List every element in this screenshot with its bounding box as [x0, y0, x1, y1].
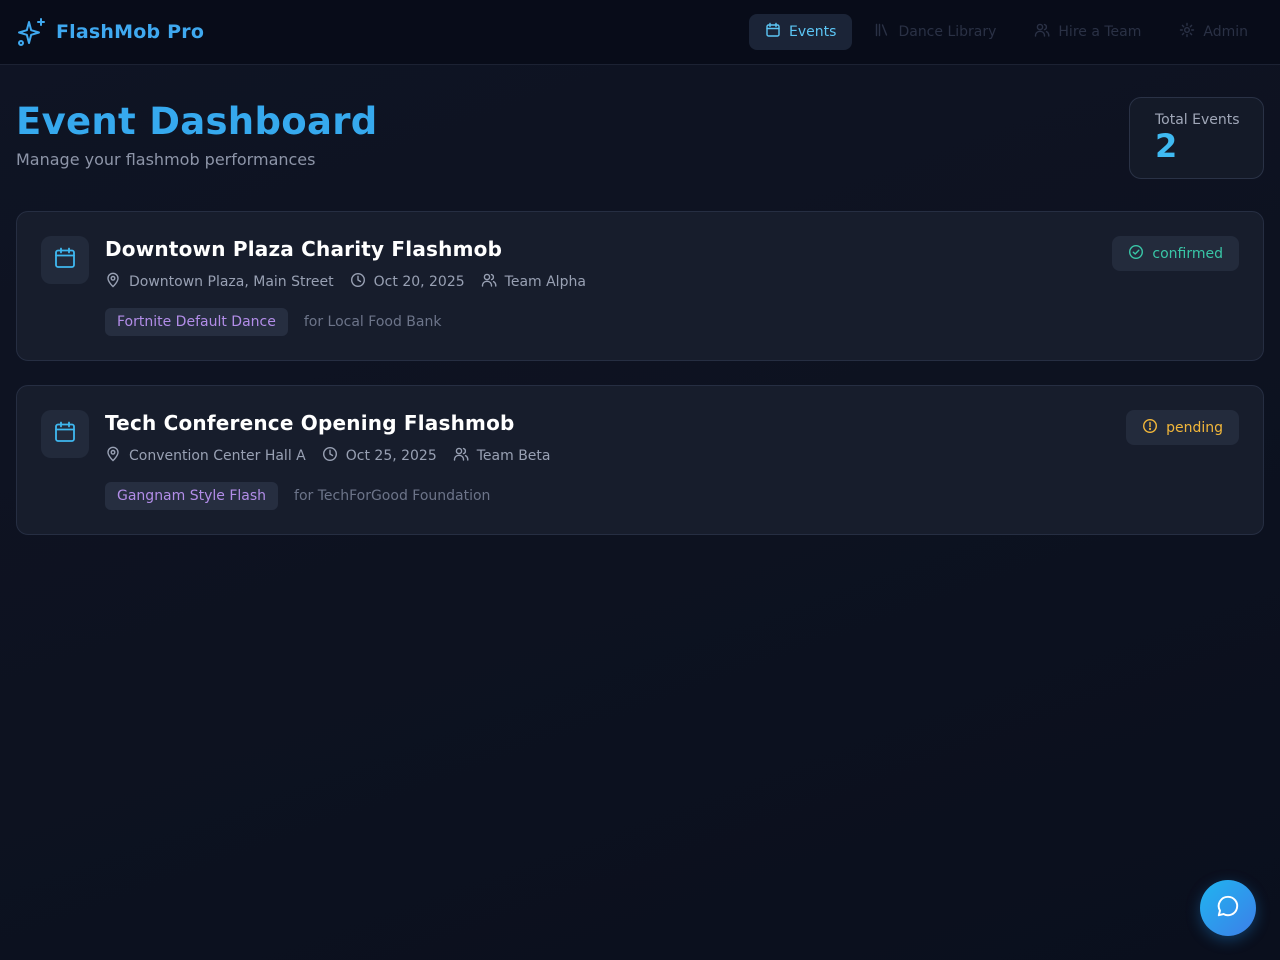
main-nav: Events Dance Library Hire a Team Admin [749, 14, 1264, 50]
chat-bubble-icon [1215, 893, 1241, 923]
page-subtitle: Manage your flashmob performances [16, 150, 316, 169]
users-icon [453, 446, 469, 466]
date-text: Oct 25, 2025 [345, 448, 437, 464]
map-pin-icon [105, 446, 121, 466]
event-date: Oct 20, 2025 [350, 272, 465, 292]
event-card[interactable]: Downtown Plaza Charity Flashmob Downtown… [16, 211, 1264, 361]
users-icon [1034, 22, 1050, 42]
event-icon-box [41, 410, 89, 458]
status-text: confirmed [1152, 245, 1223, 262]
event-tags: Gangnam Style Flash for TechForGood Foun… [105, 482, 490, 510]
date-text: Oct 20, 2025 [373, 274, 465, 290]
brand-logo[interactable]: FlashMob Pro [16, 14, 204, 50]
nav-item-admin[interactable]: Admin [1163, 14, 1264, 50]
nav-item-dance-library[interactable]: Dance Library [858, 14, 1012, 50]
calendar-icon [53, 246, 77, 274]
users-icon [481, 272, 497, 292]
location-text: Convention Center Hall A [129, 448, 306, 464]
nav-item-label: Admin [1203, 24, 1248, 40]
chat-button[interactable] [1200, 880, 1256, 936]
nav-item-events[interactable]: Events [749, 14, 853, 50]
clock-icon [322, 446, 338, 466]
event-icon-box [41, 236, 89, 284]
event-card[interactable]: Tech Conference Opening Flashmob Convent… [16, 385, 1264, 535]
stat-value: 2 [1155, 127, 1178, 165]
sparkles-icon [16, 16, 48, 48]
location-text: Downtown Plaza, Main Street [129, 274, 334, 290]
nav-item-label: Hire a Team [1058, 24, 1142, 40]
status-badge: confirmed [1112, 236, 1239, 271]
top-navigation-bar: FlashMob Pro Events Dance Library Hire a… [0, 0, 1280, 65]
library-icon [874, 22, 890, 42]
event-meta: Downtown Plaza, Main Street Oct 20, 2025… [105, 272, 586, 292]
page-title: Event Dashboard [16, 100, 378, 143]
charity-text: for TechForGood Foundation [294, 488, 491, 504]
event-team: Team Beta [453, 446, 551, 466]
calendar-icon [53, 420, 77, 448]
event-team: Team Alpha [481, 272, 586, 292]
status-badge: pending [1126, 410, 1239, 445]
dance-tag[interactable]: Gangnam Style Flash [105, 482, 279, 510]
dance-tag[interactable]: Fortnite Default Dance [105, 308, 288, 336]
nav-item-hire-a-team[interactable]: Hire a Team [1018, 14, 1157, 50]
total-events-card: Total Events 2 [1129, 97, 1264, 179]
team-text: Team Alpha [504, 274, 586, 290]
event-date: Oct 25, 2025 [322, 446, 437, 466]
event-title: Tech Conference Opening Flashmob [105, 411, 515, 435]
event-title: Downtown Plaza Charity Flashmob [105, 237, 503, 261]
clock-icon [350, 272, 366, 292]
nav-item-label: Events [789, 24, 837, 40]
event-location: Convention Center Hall A [105, 446, 306, 466]
status-text: pending [1166, 419, 1223, 436]
map-pin-icon [105, 272, 121, 292]
team-text: Team Beta [476, 448, 551, 464]
check-circle-icon [1128, 244, 1144, 264]
nav-item-label: Dance Library [898, 24, 997, 40]
stat-label: Total Events [1155, 112, 1240, 128]
app-name: FlashMob Pro [56, 21, 205, 43]
event-meta: Convention Center Hall A Oct 25, 2025 Te… [105, 446, 551, 466]
calendar-icon [765, 22, 781, 42]
page-header: Event Dashboard Manage your flashmob per… [16, 100, 378, 169]
charity-text: for Local Food Bank [303, 314, 442, 330]
alert-circle-icon [1142, 418, 1158, 438]
event-location: Downtown Plaza, Main Street [105, 272, 334, 292]
gear-icon [1179, 22, 1195, 42]
event-tags: Fortnite Default Dance for Local Food Ba… [105, 308, 441, 336]
